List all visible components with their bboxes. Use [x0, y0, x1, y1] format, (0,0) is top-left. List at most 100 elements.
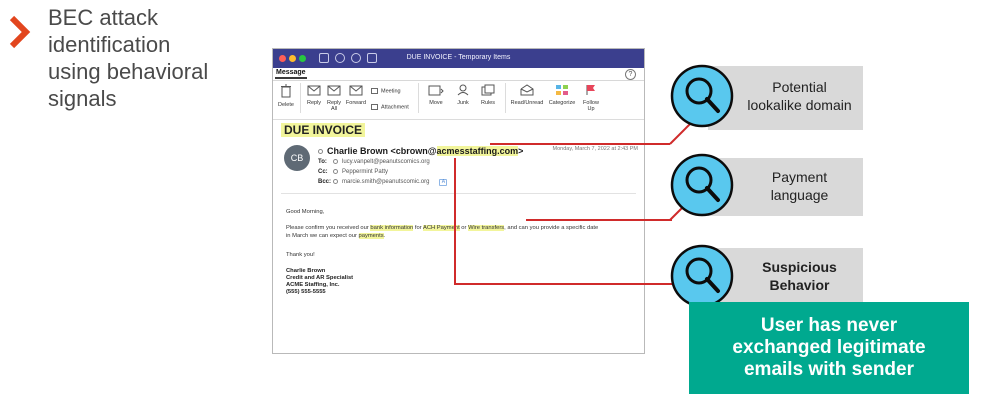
search-icon	[670, 153, 734, 217]
callout-line: Payment	[771, 169, 828, 185]
callout-label: Potential lookalike domain	[736, 78, 863, 114]
ribbon-bottom-border	[273, 119, 644, 120]
highlight-payments: payments	[358, 233, 384, 239]
attachment-icon	[371, 104, 378, 110]
tab-message[interactable]: Message	[275, 69, 307, 79]
highlight-bank-information: bank information	[370, 225, 414, 231]
attachment-label: Attachment	[381, 104, 409, 111]
junk-person-icon	[457, 84, 469, 96]
bcc-row: Bcc: marcie.smith@peanutscomic.org A	[318, 179, 448, 187]
attachment-button[interactable]: Attachment	[371, 104, 409, 110]
email-body: Please confirm you received our bank inf…	[286, 224, 644, 240]
header-divider	[281, 193, 636, 194]
presence-icon	[333, 169, 338, 174]
connector-behavior	[454, 158, 456, 284]
body-text: Please confirm you received our	[286, 225, 371, 231]
to-row: To: lucy.vanpelt@peanutscomics.org	[318, 159, 430, 165]
email-thanks: Thank you!	[286, 252, 315, 258]
forward-button[interactable]: Forward	[345, 84, 367, 106]
body-text: or	[459, 225, 469, 231]
rules-label: Rules	[480, 100, 496, 106]
callout-line: Behavior	[769, 277, 830, 293]
window-title: DUE INVOICE - Temporary Items	[406, 54, 511, 61]
cc-row: Cc: Peppermint Patty	[318, 169, 388, 175]
rules-icon	[481, 84, 495, 96]
meeting-button[interactable]: Meeting	[371, 88, 401, 94]
forward-label: Forward	[345, 100, 367, 106]
callout-line: lookalike domain	[747, 97, 852, 113]
ribbon-divider	[273, 80, 644, 81]
email-date: Monday, March 7, 2022 at 2:43 PM	[552, 146, 639, 152]
signature-line: (555) 555-5555	[286, 289, 326, 295]
alert-line: exchanged legitimate	[732, 337, 926, 358]
categorize-button[interactable]: Categorize	[546, 84, 578, 106]
follow-up-label: Up	[587, 106, 595, 112]
sender-domain: acmesstaffing.com	[436, 146, 519, 156]
trash-icon	[281, 84, 291, 98]
alert-line: User has never	[760, 315, 898, 336]
callout-label: Suspicious Behavior	[736, 258, 863, 294]
reply-all-label: All	[330, 106, 338, 112]
slide-heading: BEC attack identification using behavior…	[48, 4, 248, 112]
body-text: .	[383, 233, 386, 239]
delete-button[interactable]: Delete	[277, 84, 295, 108]
mail-window: DUE INVOICE - Temporary Items Message ? …	[272, 48, 645, 354]
help-icon[interactable]: ?	[625, 69, 636, 80]
callout-label: Payment language	[736, 168, 863, 204]
ribbon-group-divider	[505, 83, 506, 113]
heading-line: using behavioral	[48, 59, 209, 84]
body-text: , and can you provide a specific date	[504, 225, 599, 231]
to-recipient[interactable]: lucy.vanpelt@peanutscomics.org	[342, 159, 430, 165]
flag-icon	[586, 85, 595, 95]
follow-up-button[interactable]: Follow Up	[579, 84, 603, 112]
cc-label: Cc:	[318, 169, 328, 176]
presence-icon	[333, 159, 338, 164]
expand-recipients-icon[interactable]: A	[439, 179, 448, 187]
heading-line: identification	[48, 32, 171, 57]
read-unread-label: Read/Unread	[510, 100, 544, 106]
alert-box: User has never exchanged legitimate emai…	[689, 302, 969, 394]
reply-all-button[interactable]: Reply All	[326, 84, 342, 112]
to-label: To:	[318, 159, 327, 166]
signature-line: ACME Staffing, Inc.	[286, 282, 340, 288]
body-text: in March we can expect our	[286, 233, 359, 239]
read-unread-button[interactable]: Read/Unread	[510, 84, 544, 106]
envelope-open-icon	[520, 84, 534, 96]
reply-label: Reply	[306, 100, 322, 106]
meeting-label: Meeting	[381, 88, 401, 95]
connector-payment	[526, 219, 672, 221]
sender-name: Charlie Brown <cbrown@	[327, 146, 437, 156]
search-icon	[670, 244, 734, 308]
alert-line: emails with sender	[743, 359, 914, 380]
email-subject: DUE INVOICE	[281, 123, 366, 137]
categorize-icon	[556, 85, 568, 95]
delete-label: Delete	[278, 102, 294, 108]
junk-button[interactable]: Junk	[453, 84, 473, 106]
avatar: CB	[284, 145, 310, 171]
ribbon-group-divider	[300, 83, 301, 113]
presence-icon	[318, 149, 323, 155]
rules-button[interactable]: Rules	[478, 84, 498, 106]
cc-recipient[interactable]: Peppermint Patty	[342, 169, 388, 175]
move-button[interactable]: Move	[425, 84, 447, 106]
categorize-label: Categorize	[548, 100, 576, 106]
callout-line: Suspicious	[762, 259, 837, 275]
body-text: for	[413, 225, 423, 231]
sender-line[interactable]: Charlie Brown <cbrown@acmesstaffing.com>	[318, 146, 523, 156]
ribbon-group-divider	[418, 83, 419, 113]
callout-line: Potential	[772, 79, 827, 95]
bcc-label: Bcc:	[318, 179, 332, 186]
calendar-icon	[371, 88, 378, 94]
email-greeting: Good Morning,	[286, 209, 325, 215]
email-signature: Charlie Brown Credit and AR Specialist A…	[286, 268, 353, 296]
bcc-recipient[interactable]: marcie.smith@peanutscomic.org	[342, 179, 429, 185]
window-titlebar: DUE INVOICE - Temporary Items	[273, 49, 644, 68]
presence-icon	[333, 179, 338, 184]
connector-lookalike	[490, 143, 670, 145]
move-folder-icon	[428, 85, 444, 96]
search-icon	[670, 64, 734, 128]
reply-button[interactable]: Reply	[306, 84, 322, 106]
reply-icon	[307, 85, 321, 96]
heading-line: signals	[48, 86, 117, 111]
callout-line: language	[770, 187, 829, 203]
